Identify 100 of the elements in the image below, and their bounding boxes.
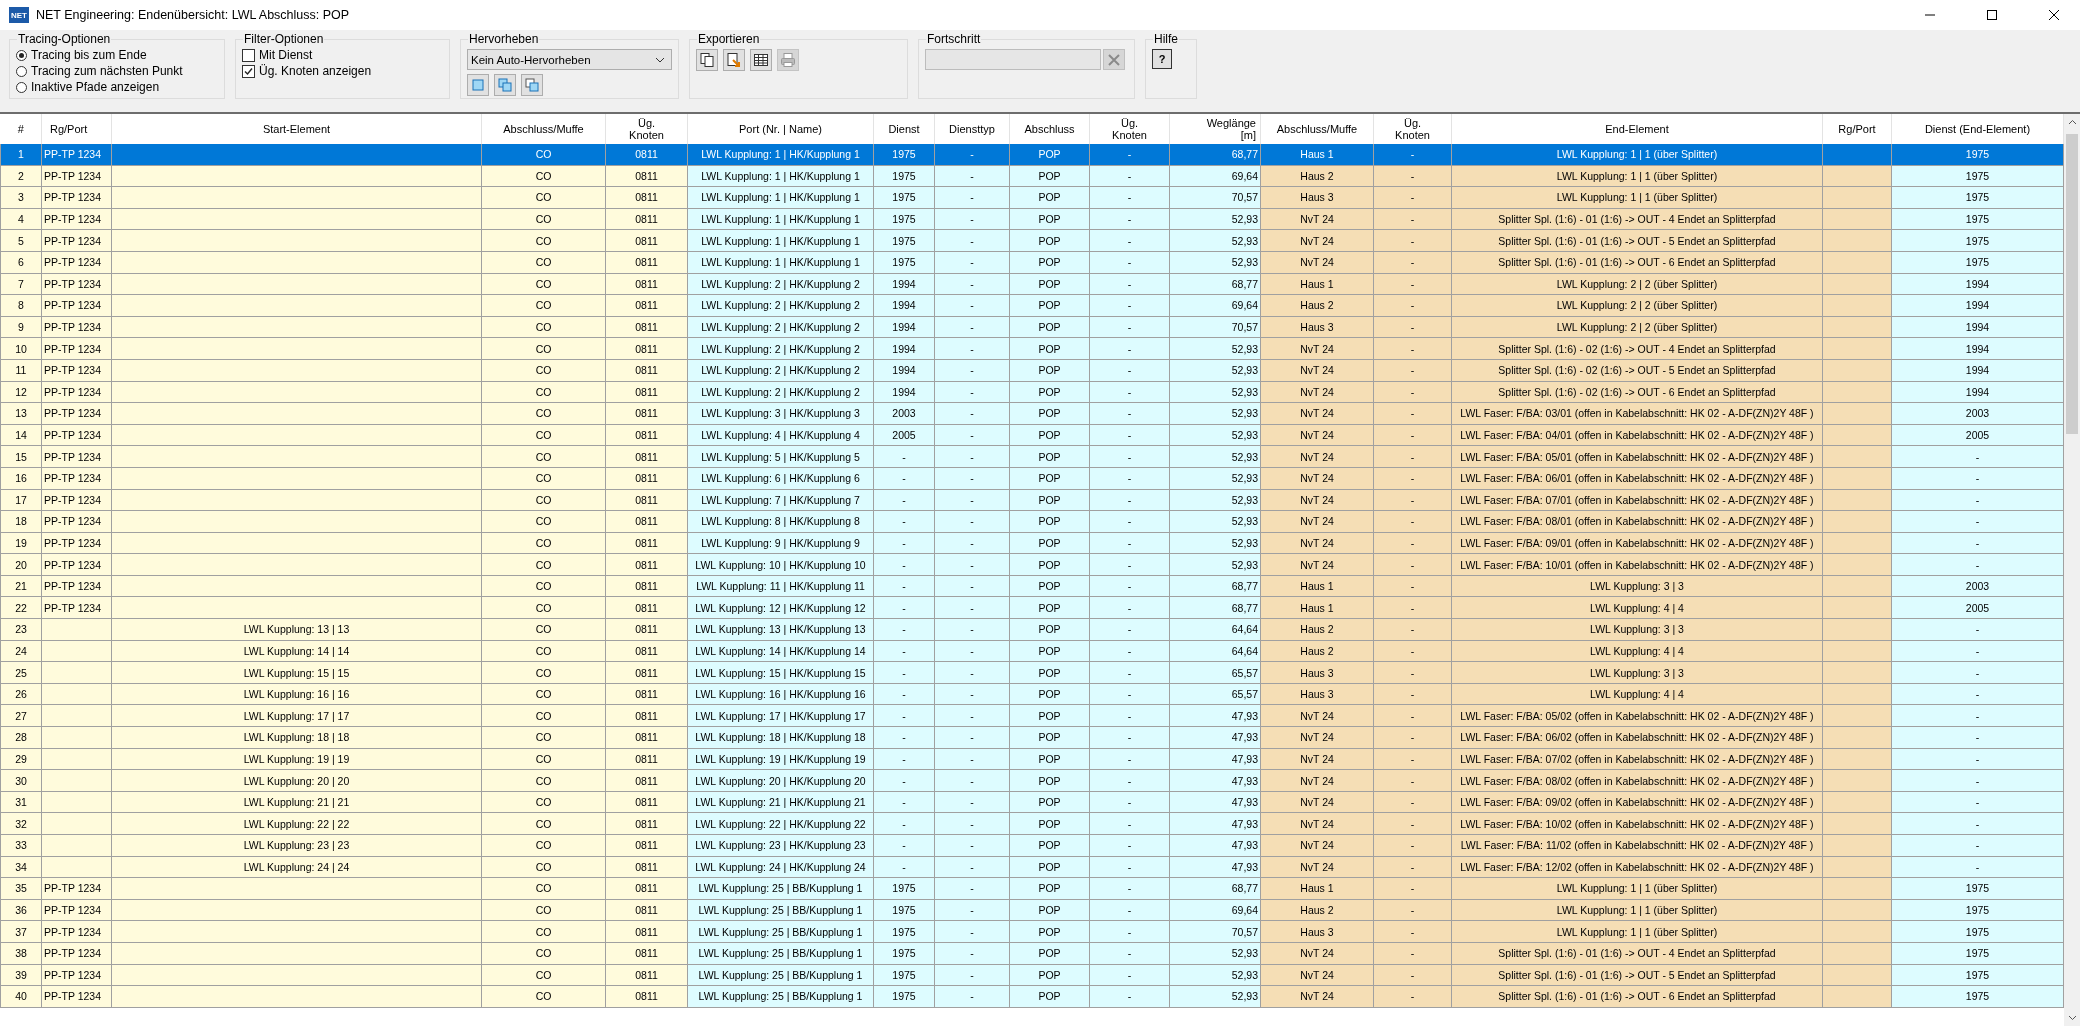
radio-button[interactable]: [16, 65, 27, 77]
table-row[interactable]: 23 LWL Kupplung: 13 | 13 CO 0811 LWL Kupplung: 13 | HK/Kupplung 13 - - POP - 64,64 Haus 2 - LWL Kupplung: 3 | 3 -: [0, 618, 2064, 641]
table-cell: Haus 1: [1260, 144, 1374, 166]
table-row[interactable]: 2 PP-TP 1234 CO 0811 LWL Kupplung: 1 | HK/Kupplung 1 1975 - POP - 69,64 Haus 2 - LWL Kupplung: 1 | 1 (über Splitter) 1975: [0, 165, 2064, 187]
radio-button[interactable]: [16, 81, 27, 93]
column-header[interactable]: Üg. Knoten: [1373, 114, 1452, 144]
checkbox[interactable]: [242, 48, 255, 62]
table-row[interactable]: 17 PP-TP 1234 CO 0811 LWL Kupplung: 7 | HK/Kupplung 7 - - POP - 52,93 NvT 24 - LWL Faser: F/BA: 07/01 (offen in Kabelabschnitt: HK 02 - A-DF(ZN)2Y 48F ) -: [0, 489, 2064, 511]
table-cell: 7: [0, 273, 42, 295]
table-cell: LWL Kupplung: 2 | HK/Kupplung 2: [687, 359, 874, 382]
table-row[interactable]: 13 PP-TP 1234 CO 0811 LWL Kupplung: 3 | HK/Kupplung 3 2003 - POP - 52,93 NvT 24 - LWL Faser: F/BA: 03/01 (offen in Kabelabschnitt: HK 02 - A-DF(ZN)2Y 48F ) 2003: [0, 402, 2064, 425]
highlight-dropdown[interactable]: Kein Auto-Hervorheben: [467, 49, 672, 70]
column-header[interactable]: Üg. Knoten: [1089, 114, 1170, 144]
table-button[interactable]: [750, 49, 772, 71]
table-cell: Splitter Spl. (1:6) - 01 (1:6) -> OUT - 4 Endet an Splitterpfad: [1451, 942, 1823, 965]
cube-button[interactable]: [494, 74, 516, 96]
table-row[interactable]: 33 LWL Kupplung: 23 | 23 CO 0811 LWL Kupplung: 23 | HK/Kupplung 23 - - POP - 47,93 NvT 24 - LWL Faser: F/BA: 11/02 (offen in Kabelabschnitt: HK 02 - A-DF(ZN)2Y 48F ) -: [0, 834, 2064, 857]
column-header[interactable]: Abschluss/Muffe: [481, 114, 606, 144]
table-row[interactable]: 35 PP-TP 1234 CO 0811 LWL Kupplung: 25 | BB/Kupplung 1 1975 - POP - 68,77 Haus 1 - LWL Kupplung: 1 | 1 (über Splitter) 1975: [0, 877, 2064, 900]
table-row[interactable]: 37 PP-TP 1234 CO 0811 LWL Kupplung: 25 | BB/Kupplung 1 1975 - POP - 70,57 Haus 3 - LWL Kupplung: 1 | 1 (über Splitter) 1975: [0, 920, 2064, 943]
table-cell: 5: [0, 229, 42, 252]
scroll-up-icon[interactable]: [2067, 119, 2077, 125]
checkbox[interactable]: [242, 64, 255, 78]
table-row[interactable]: 38 PP-TP 1234 CO 0811 LWL Kupplung: 25 | BB/Kupplung 1 1975 - POP - 52,93 NvT 24 - Splitter Spl. (1:6) - 01 (1:6) -> OUT - 4 Endet an Splitterpfad 1975: [0, 942, 2064, 965]
column-header[interactable]: Dienst: [873, 114, 935, 144]
table-row[interactable]: 19 PP-TP 1234 CO 0811 LWL Kupplung: 9 | HK/Kupplung 9 - - POP - 52,93 NvT 24 - LWL Faser: F/BA: 09/01 (offen in Kabelabschnitt: HK 02 - A-DF(ZN)2Y 48F ) -: [0, 532, 2064, 554]
maximize-icon[interactable]: [1986, 9, 1998, 21]
table-row[interactable]: 10 PP-TP 1234 CO 0811 LWL Kupplung: 2 | HK/Kupplung 2 1994 - POP - 52,93 NvT 24 - Splitter Spl. (1:6) - 02 (1:6) -> OUT - 4 Endet an Splitterpfad 1994: [0, 337, 2064, 360]
table-row[interactable]: 7 PP-TP 1234 CO 0811 LWL Kupplung: 2 | HK/Kupplung 2 1994 - POP - 68,77 Haus 1 - LWL Kupplung: 2 | 2 (über Splitter) 1994: [0, 273, 2064, 295]
table-row[interactable]: 16 PP-TP 1234 CO 0811 LWL Kupplung: 6 | HK/Kupplung 6 - - POP - 52,93 NvT 24 - LWL Faser: F/BA: 06/01 (offen in Kabelabschnitt: HK 02 - A-DF(ZN)2Y 48F ) -: [0, 467, 2064, 489]
vertical-scrollbar[interactable]: [2064, 114, 2080, 1026]
table-row[interactable]: 9 PP-TP 1234 CO 0811 LWL Kupplung: 2 | HK/Kupplung 2 1994 - POP - 70,57 Haus 3 - LWL Kupplung: 2 | 2 (über Splitter) 1994: [0, 316, 2064, 338]
column-header[interactable]: Üg. Knoten: [605, 114, 688, 144]
table-row[interactable]: 34 LWL Kupplung: 24 | 24 CO 0811 LWL Kupplung: 24 | HK/Kupplung 24 - - POP - 47,93 NvT 24 - LWL Faser: F/BA: 12/02 (offen in Kabelabschnitt: HK 02 - A-DF(ZN)2Y 48F ) -: [0, 856, 2064, 878]
radio-button[interactable]: [16, 49, 27, 61]
table-row[interactable]: 14 PP-TP 1234 CO 0811 LWL Kupplung: 4 | HK/Kupplung 4 2005 - POP - 52,93 NvT 24 - LWL Faser: F/BA: 04/01 (offen in Kabelabschnitt: HK 02 - A-DF(ZN)2Y 48F ) 2005: [0, 424, 2064, 446]
column-header[interactable]: #: [0, 114, 42, 144]
cube-button[interactable]: [521, 74, 543, 96]
checkbox-option[interactable]: Üg. Knoten anzeigen: [242, 63, 443, 79]
table-row[interactable]: 31 LWL Kupplung: 21 | 21 CO 0811 LWL Kupplung: 21 | HK/Kupplung 21 - - POP - 47,93 NvT 24 - LWL Faser: F/BA: 09/02 (offen in Kabelabschnitt: HK 02 - A-DF(ZN)2Y 48F ) -: [0, 791, 2064, 813]
table-cell: Splitter Spl. (1:6) - 01 (1:6) -> OUT - 5 Endet an Splitterpfad: [1451, 964, 1823, 986]
table-cell: 13: [0, 402, 42, 425]
table-row[interactable]: 40 PP-TP 1234 CO 0811 LWL Kupplung: 25 | BB/Kupplung 1 1975 - POP - 52,93 NvT 24 - Splitter Spl. (1:6) - 01 (1:6) -> OUT - 6 Endet an Splitterpfad 1975: [0, 985, 2064, 1008]
scrollbar-thumb[interactable]: [2066, 134, 2078, 434]
table-row[interactable]: 22 PP-TP 1234 CO 0811 LWL Kupplung: 12 | HK/Kupplung 12 - - POP - 68,77 Haus 1 - LWL Kupplung: 4 | 4 2005: [0, 596, 2064, 619]
table-row[interactable]: 11 PP-TP 1234 CO 0811 LWL Kupplung: 2 | HK/Kupplung 2 1994 - POP - 52,93 NvT 24 - Splitter Spl. (1:6) - 02 (1:6) -> OUT - 5 Endet an Splitterpfad 1994: [0, 359, 2064, 382]
radio-option[interactable]: Inaktive Pfade anzeigen: [16, 79, 218, 95]
cube-icon: [524, 77, 540, 93]
table-row[interactable]: 25 LWL Kupplung: 15 | 15 CO 0811 LWL Kupplung: 15 | HK/Kupplung 15 - - POP - 65,57 Haus 3 - LWL Kupplung: 3 | 3 -: [0, 661, 2064, 684]
help-button[interactable]: ?: [1152, 49, 1172, 69]
scroll-down-icon[interactable]: [2067, 1015, 2077, 1021]
table-row[interactable]: 24 LWL Kupplung: 14 | 14 CO 0811 LWL Kupplung: 14 | HK/Kupplung 14 - - POP - 64,64 Haus 2 - LWL Kupplung: 4 | 4 -: [0, 640, 2064, 662]
table-cell: LWL Kupplung: 14 | 14: [111, 640, 482, 662]
table-row[interactable]: 26 LWL Kupplung: 16 | 16 CO 0811 LWL Kupplung: 16 | HK/Kupplung 16 - - POP - 65,57 Haus 3 - LWL Kupplung: 4 | 4 -: [0, 683, 2064, 705]
cancel-icon: [1107, 52, 1121, 67]
table-row[interactable]: 12 PP-TP 1234 CO 0811 LWL Kupplung: 2 | HK/Kupplung 2 1994 - POP - 52,93 NvT 24 - Splitter Spl. (1:6) - 02 (1:6) -> OUT - 6 Endet an Splitterpfad 1994: [0, 381, 2064, 403]
table-cell: 23: [0, 618, 42, 641]
table-row[interactable]: 6 PP-TP 1234 CO 0811 LWL Kupplung: 1 | HK/Kupplung 1 1975 - POP - 52,93 NvT 24 - Splitter Spl. (1:6) - 01 (1:6) -> OUT - 6 Endet an Splitterpfad 1975: [0, 251, 2064, 274]
table-cell: 10: [0, 337, 42, 360]
table-row[interactable]: 3 PP-TP 1234 CO 0811 LWL Kupplung: 1 | HK/Kupplung 1 1975 - POP - 70,57 Haus 3 - LWL Kupplung: 1 | 1 (über Splitter) 1975: [0, 186, 2064, 209]
table-row[interactable]: 8 PP-TP 1234 CO 0811 LWL Kupplung: 2 | HK/Kupplung 2 1994 - POP - 69,64 Haus 2 - LWL Kupplung: 2 | 2 (über Splitter) 1994: [0, 294, 2064, 317]
table-row[interactable]: 32 LWL Kupplung: 22 | 22 CO 0811 LWL Kupplung: 22 | HK/Kupplung 22 - - POP - 47,93 NvT 24 - LWL Faser: F/BA: 10/02 (offen in Kabelabschnitt: HK 02 - A-DF(ZN)2Y 48F ) -: [0, 812, 2064, 835]
table-cell: 19: [0, 532, 42, 554]
column-header[interactable]: Rg/Port: [1822, 114, 1892, 144]
column-header[interactable]: Abschluss: [1009, 114, 1090, 144]
table-row[interactable]: 39 PP-TP 1234 CO 0811 LWL Kupplung: 25 | BB/Kupplung 1 1975 - POP - 52,93 NvT 24 - Splitter Spl. (1:6) - 01 (1:6) -> OUT - 5 Endet an Splitterpfad 1975: [0, 964, 2064, 986]
copy-button[interactable]: [696, 49, 718, 71]
column-header[interactable]: Diensttyp: [934, 114, 1010, 144]
table-cell: 26: [0, 683, 42, 705]
table-row[interactable]: 29 LWL Kupplung: 19 | 19 CO 0811 LWL Kupplung: 19 | HK/Kupplung 19 - - POP - 47,93 NvT 24 - LWL Faser: F/BA: 07/02 (offen in Kabelabschnitt: HK 02 - A-DF(ZN)2Y 48F ) -: [0, 748, 2064, 770]
close-icon[interactable]: [2048, 9, 2060, 21]
radio-option[interactable]: Tracing zum nächsten Punkt: [16, 63, 218, 79]
column-header[interactable]: Start-Element: [111, 114, 482, 144]
radio-option[interactable]: Tracing bis zum Ende: [16, 47, 218, 63]
table-row[interactable]: 36 PP-TP 1234 CO 0811 LWL Kupplung: 25 | BB/Kupplung 1 1975 - POP - 69,64 Haus 2 - LWL Kupplung: 1 | 1 (über Splitter) 1975: [0, 899, 2064, 921]
column-header[interactable]: Weglänge [m]: [1169, 114, 1261, 144]
column-header[interactable]: Abschluss/Muffe: [1260, 114, 1374, 144]
table-row[interactable]: 30 LWL Kupplung: 20 | 20 CO 0811 LWL Kupplung: 20 | HK/Kupplung 20 - - POP - 47,93 NvT 24 - LWL Faser: F/BA: 08/02 (offen in Kabelabschnitt: HK 02 - A-DF(ZN)2Y 48F ) -: [0, 769, 2064, 792]
table-row[interactable]: 5 PP-TP 1234 CO 0811 LWL Kupplung: 1 | HK/Kupplung 1 1975 - POP - 52,93 NvT 24 - Splitter Spl. (1:6) - 01 (1:6) -> OUT - 5 Endet an Splitterpfad 1975: [0, 229, 2064, 252]
table-row[interactable]: 15 PP-TP 1234 CO 0811 LWL Kupplung: 5 | HK/Kupplung 5 - - POP - 52,93 NvT 24 - LWL Faser: F/BA: 05/01 (offen in Kabelabschnitt: HK 02 - A-DF(ZN)2Y 48F ) -: [0, 445, 2064, 468]
table-row[interactable]: 18 PP-TP 1234 CO 0811 LWL Kupplung: 8 | HK/Kupplung 8 - - POP - 52,93 NvT 24 - LWL Faser: F/BA: 08/01 (offen in Kabelabschnitt: HK 02 - A-DF(ZN)2Y 48F ) -: [0, 510, 2064, 533]
export-button[interactable]: [723, 49, 745, 71]
column-header[interactable]: Rg/Port: [41, 114, 112, 144]
table-cell: 36: [0, 899, 42, 921]
table-row[interactable]: 28 LWL Kupplung: 18 | 18 CO 0811 LWL Kupplung: 18 | HK/Kupplung 18 - - POP - 47,93 NvT 24 - LWL Faser: F/BA: 06/02 (offen in Kabelabschnitt: HK 02 - A-DF(ZN)2Y 48F ) -: [0, 726, 2064, 749]
column-header[interactable]: End-Element: [1451, 114, 1823, 144]
table-cell: LWL Faser: F/BA: 03/01 (offen in Kabelabschnitt: HK 02 - A-DF(ZN)2Y 48F ): [1451, 402, 1823, 425]
table-row[interactable]: 4 PP-TP 1234 CO 0811 LWL Kupplung: 1 | HK/Kupplung 1 1975 - POP - 52,93 NvT 24 - Splitter Spl. (1:6) - 01 (1:6) -> OUT - 4 Endet an Splitterpfad 1975: [0, 208, 2064, 230]
table-row[interactable]: 1 PP-TP 1234 CO 0811 LWL Kupplung: 1 | HK/Kupplung 1 1975 - POP - 68,77 Haus 1 - LWL Kupplung: 1 | 1 (über Splitter) 1975: [0, 144, 2064, 166]
table-cell: POP: [1009, 144, 1090, 166]
table-cell: -: [1891, 704, 2064, 727]
table-cell: LWL Kupplung: 17 | HK/Kupplung 17: [687, 704, 874, 727]
table-cell: LWL Faser: F/BA: 08/01 (offen in Kabelabschnitt: HK 02 - A-DF(ZN)2Y 48F ): [1451, 510, 1823, 533]
table-row[interactable]: 20 PP-TP 1234 CO 0811 LWL Kupplung: 10 | HK/Kupplung 10 - - POP - 52,93 NvT 24 - LWL Faser: F/BA: 10/01 (offen in Kabelabschnitt: HK 02 - A-DF(ZN)2Y 48F ) -: [0, 553, 2064, 576]
table-row[interactable]: 21 PP-TP 1234 CO 0811 LWL Kupplung: 11 | HK/Kupplung 11 - - POP - 68,77 Haus 1 - LWL Kupplung: 3 | 3 2003: [0, 575, 2064, 597]
column-header[interactable]: Port (Nr. | Name): [687, 114, 874, 144]
table-cell: -: [1891, 683, 2064, 705]
column-header[interactable]: Dienst (End-Element): [1891, 114, 2064, 144]
checkbox-option[interactable]: Mit Dienst: [242, 47, 443, 63]
table-row[interactable]: 27 LWL Kupplung: 17 | 17 CO 0811 LWL Kupplung: 17 | HK/Kupplung 17 - - POP - 47,93 NvT 24 - LWL Faser: F/BA: 05/02 (offen in Kabelabschnitt: HK 02 - A-DF(ZN)2Y 48F ) -: [0, 704, 2064, 727]
